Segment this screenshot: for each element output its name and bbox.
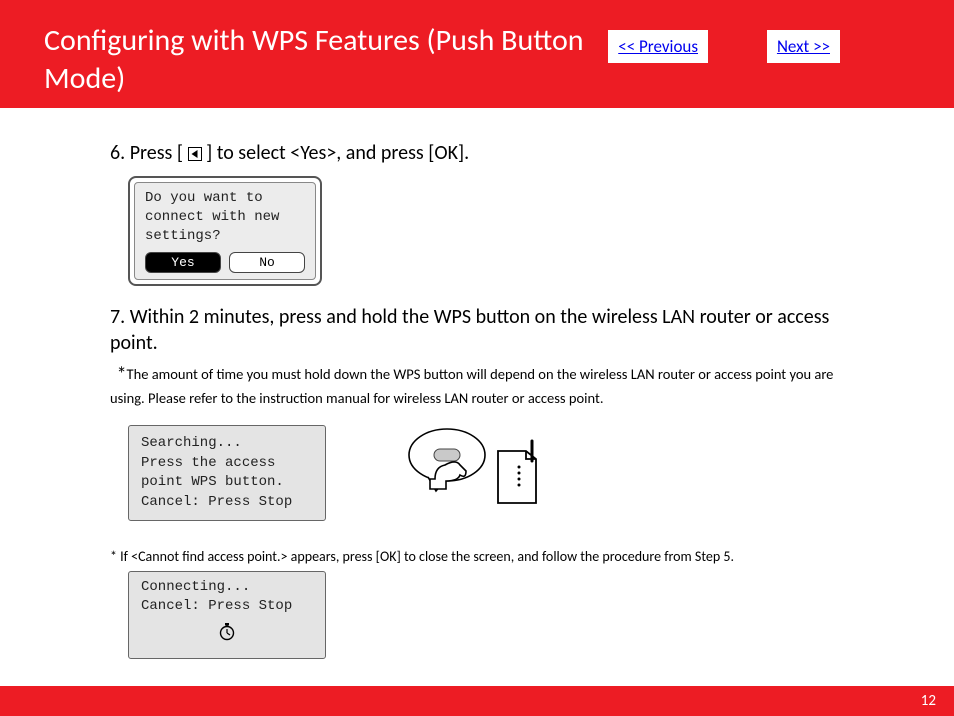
page-number: 12 bbox=[921, 692, 936, 710]
lcd1-line1: Do you want to bbox=[145, 189, 305, 208]
step6-post: ] to select <Yes>, and press [OK]. bbox=[206, 141, 469, 165]
lcd3-line1: Connecting... bbox=[141, 578, 313, 598]
next-button[interactable]: Next >> bbox=[767, 30, 840, 63]
lcd1-no: No bbox=[229, 252, 305, 274]
header-bar: Configuring with WPS Features (Push Butt… bbox=[0, 0, 954, 108]
cannot-find-note: * If <Cannot find access point.> appears… bbox=[110, 548, 844, 565]
router-press-icon bbox=[392, 421, 562, 526]
lcd-connecting: Connecting... Cancel: Press Stop bbox=[128, 571, 326, 659]
lcd1-line3: settings? bbox=[145, 227, 305, 246]
step6-pre: 6. Press [ bbox=[110, 141, 183, 165]
step-7: 7. Within 2 minutes, press and hold the … bbox=[110, 304, 844, 356]
lcd-searching: Searching... Press the access point WPS … bbox=[128, 425, 326, 521]
lcd2-line4: Cancel: Press Stop bbox=[141, 493, 313, 513]
previous-button[interactable]: << Previous bbox=[608, 30, 708, 63]
page-title: Configuring with WPS Features (Push Butt… bbox=[0, 0, 604, 97]
content-area: 6. Press [ ] to select <Yes>, and press … bbox=[0, 140, 954, 659]
left-triangle-icon bbox=[188, 147, 202, 161]
footer-bar: 12 bbox=[0, 686, 954, 716]
lcd3-line2: Cancel: Press Stop bbox=[141, 597, 313, 617]
lcd2-line1: Searching... bbox=[141, 434, 313, 454]
note7-text: The amount of time you must hold down th… bbox=[110, 365, 833, 407]
lcd2-line2: Press the access bbox=[141, 454, 313, 474]
lcd2-line3: point WPS button. bbox=[141, 473, 313, 493]
step-6: 6. Press [ ] to select <Yes>, and press … bbox=[110, 140, 844, 166]
stopwatch-icon bbox=[141, 621, 313, 650]
lcd1-yes: Yes bbox=[145, 252, 221, 274]
lcd-confirm: Do you want to connect with new settings… bbox=[128, 176, 322, 286]
lcd1-line2: connect with new bbox=[145, 208, 305, 227]
step-7-note: *The amount of time you must hold down t… bbox=[110, 362, 844, 409]
